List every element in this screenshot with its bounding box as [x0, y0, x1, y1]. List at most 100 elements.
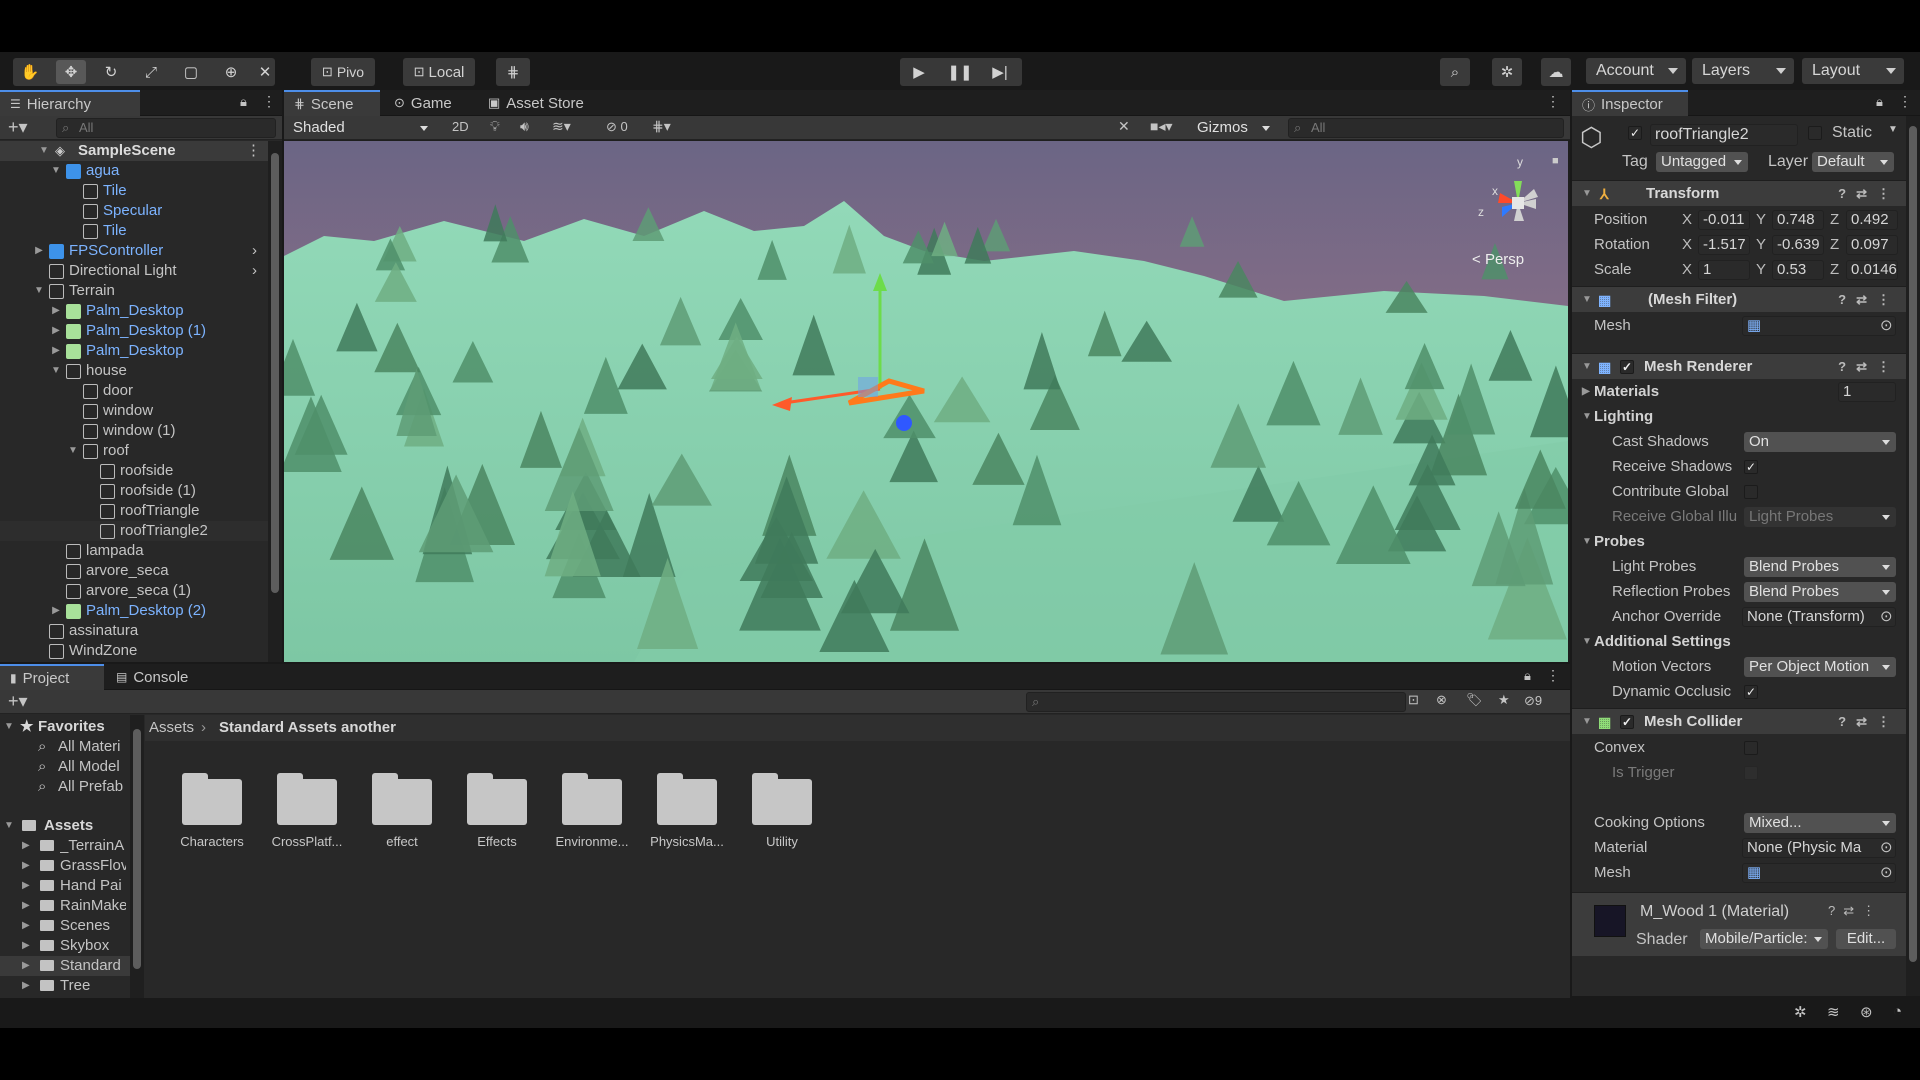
physic-material-field[interactable]: None (Physic Ma — [1742, 838, 1896, 858]
position-z-field[interactable]: 0.492 — [1846, 210, 1898, 230]
light-probes-dropdown[interactable]: Blend Probes — [1744, 557, 1896, 577]
step-icon[interactable]: ▶| — [983, 58, 1017, 86]
hierarchy-item[interactable]: assinatura — [0, 621, 268, 641]
project-folder-item[interactable]: ▶ Scenes — [0, 916, 130, 936]
scale-z-field[interactable]: 0.0146 — [1846, 260, 1898, 280]
camera-icon[interactable]: ■◂▾ — [1150, 118, 1173, 135]
debug-icon[interactable]: ✲ — [1794, 1003, 1807, 1021]
scale-x-field[interactable]: 1 — [1698, 260, 1750, 280]
static-dropdown-icon[interactable]: ▼ — [1888, 124, 1898, 135]
expand-icon[interactable]: ▶ — [22, 976, 30, 996]
object-picker-icon[interactable]: ⊙ — [1880, 605, 1893, 629]
materials-count-field[interactable]: 1 — [1838, 382, 1896, 402]
tab-console[interactable]: ▤ Console — [106, 664, 198, 690]
collapse-icon[interactable]: ▼ — [1582, 354, 1592, 380]
asset-folder-label[interactable]: PhysicsMa... — [637, 834, 737, 849]
rect-tool-icon[interactable]: ▢ — [176, 60, 206, 84]
grid-icon[interactable]: ⋕▾ — [652, 118, 671, 135]
collapse-icon[interactable]: ▼ — [67, 441, 79, 461]
asset-folder-label[interactable]: Effects — [447, 834, 547, 849]
material-header-icons[interactable]: ?⇄⋮ — [1828, 903, 1883, 919]
scene-more-icon[interactable]: ⋮ — [1546, 93, 1560, 110]
filter-icon[interactable]: ⊗ — [1436, 692, 1447, 708]
mesh-collider-enabled-checkbox[interactable]: ✓ — [1620, 715, 1634, 729]
hidden-packages-icon[interactable]: ⊘9 — [1524, 693, 1542, 709]
search-icon[interactable]: ⌕ — [1440, 58, 1470, 86]
component-icons[interactable]: ?⇄⋮ — [1838, 287, 1900, 313]
probes-section[interactable]: ▼ Probes — [1572, 530, 1906, 554]
tag-dropdown[interactable]: Untagged — [1656, 152, 1748, 172]
folder-icon[interactable] — [656, 771, 718, 825]
favorite-item[interactable]: ⌕ All Prefab — [0, 777, 130, 797]
dynamic-occlusion-checkbox[interactable]: ✓ — [1744, 685, 1758, 699]
favorite-item[interactable]: ⌕ All Model — [0, 757, 130, 777]
expand-icon[interactable]: ▶ — [50, 601, 62, 621]
project-lock-icon[interactable]: 🔒︎ — [1524, 668, 1531, 684]
mesh-renderer-enabled-checkbox[interactable]: ✓ — [1620, 360, 1634, 374]
hierarchy-search-input[interactable]: ⌕ All — [56, 118, 276, 138]
scene-row[interactable]: ▼ ◈ SampleScene ⋮ — [0, 141, 268, 161]
hierarchy-item[interactable]: ▶ Palm_Desktop (1) — [0, 321, 268, 341]
hierarchy-item[interactable]: ▼ agua — [0, 161, 268, 181]
contribute-gi-checkbox[interactable] — [1744, 485, 1758, 499]
rotation-z-field[interactable]: 0.097 — [1846, 235, 1898, 255]
hierarchy-scroll-thumb[interactable] — [271, 153, 279, 593]
mesh-field[interactable]: ▦ — [1742, 316, 1896, 336]
hierarchy-scrollbar[interactable] — [268, 141, 282, 662]
rotation-x-field[interactable]: -1.517 — [1698, 235, 1750, 255]
hierarchy-item[interactable]: roofTriangle — [0, 501, 268, 521]
project-folder-item[interactable]: ▶ Standard — [0, 956, 130, 976]
hierarchy-item[interactable]: door — [0, 381, 268, 401]
lock-icon[interactable]: 🔒︎ — [240, 94, 247, 110]
collapse-icon[interactable]: ▼ — [1582, 181, 1592, 207]
object-picker-icon[interactable]: ⊙ — [1880, 314, 1893, 338]
favorite-item[interactable]: ⌕ All Materi — [0, 737, 130, 757]
hierarchy-item[interactable]: WindZone — [0, 641, 268, 661]
project-folder-item[interactable]: ▶ RainMake — [0, 896, 130, 916]
hierarchy-item[interactable]: ▼ roof — [0, 441, 268, 461]
folder-icon[interactable] — [561, 771, 623, 825]
pivot-toggle[interactable]: ⊡ Pivo — [311, 58, 375, 86]
favorites-row[interactable]: ▼ ★ Favorites — [0, 717, 130, 737]
reflection-probes-dropdown[interactable]: Blend Probes — [1744, 582, 1896, 602]
mesh-collider-header[interactable]: ▼ ▦ ✓ Mesh Collider ?⇄⋮ — [1572, 708, 1906, 734]
more-icon[interactable]: ⋮ — [262, 93, 276, 110]
object-picker-icon[interactable]: ⊙ — [1880, 836, 1893, 860]
edit-shader-button[interactable]: Edit... — [1836, 929, 1896, 949]
hierarchy-item[interactable]: ▶ Palm_Desktop — [0, 341, 268, 361]
motion-vectors-dropdown[interactable]: Per Object Motion — [1744, 657, 1896, 677]
expand-icon[interactable]: ▶ — [22, 956, 30, 976]
static-checkbox[interactable] — [1808, 126, 1822, 140]
expand-icon[interactable]: ▶ — [22, 936, 30, 956]
cloud-icon[interactable]: ☁ — [1541, 58, 1571, 86]
hierarchy-item[interactable]: ▼ house — [0, 361, 268, 381]
asset-folder-label[interactable]: Utility — [732, 834, 832, 849]
folder-icon[interactable] — [751, 771, 813, 825]
rotation-y-field[interactable]: -0.639 — [1772, 235, 1824, 255]
project-search-input[interactable]: ⌕ — [1026, 692, 1406, 712]
auto-generate-lighting-icon[interactable]: ⊛ — [1860, 1003, 1873, 1021]
favorites-expand-icon[interactable]: ▼ — [4, 717, 14, 737]
receive-shadows-checkbox[interactable]: ✓ — [1744, 460, 1758, 474]
expand-icon[interactable]: ▶ — [33, 241, 45, 261]
move-tool-icon[interactable]: ✥ — [56, 60, 86, 84]
scene-lock-icon[interactable]: ■ — [1552, 155, 1559, 167]
effects-icon[interactable]: ≋▾ — [552, 118, 571, 135]
favorite-icon[interactable]: ★ — [1498, 692, 1510, 708]
asset-folder-label[interactable]: CrossPlatf... — [257, 834, 357, 849]
position-x-field[interactable]: -0.011 — [1698, 210, 1750, 230]
project-folder-item[interactable]: ▶ Tree — [0, 976, 130, 996]
tab-scene[interactable]: ⋕ Scene — [284, 90, 380, 116]
label-icon[interactable]: 🏷︎ — [1466, 692, 1483, 708]
hierarchy-item[interactable]: lampada — [0, 541, 268, 561]
add-icon[interactable]: +▾ — [8, 117, 28, 137]
inspector-scrollbar[interactable] — [1906, 116, 1920, 996]
hierarchy-item[interactable]: ▶ Palm_Desktop — [0, 301, 268, 321]
open-prefab-icon[interactable]: › — [252, 261, 257, 281]
layer-dropdown[interactable]: Default — [1812, 152, 1894, 172]
tab-project[interactable]: ▮ Project — [0, 664, 104, 690]
inspector-more-icon[interactable]: ⋮ — [1898, 93, 1912, 110]
tab-hierarchy[interactable]: ☰ Hierarchy — [0, 90, 140, 116]
project-folder-item[interactable]: ▶ _TerrainA — [0, 836, 130, 856]
search-by-type-icon[interactable]: ⊡ — [1408, 692, 1419, 708]
